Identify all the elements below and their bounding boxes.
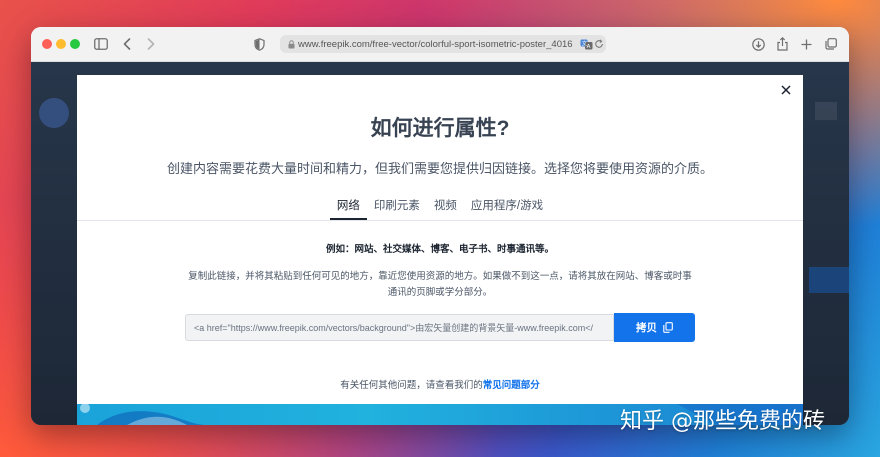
svg-text:A: A	[587, 44, 591, 50]
tab-video[interactable]: 视频	[427, 184, 464, 220]
medium-tabs: 网络 印刷元素 视频 应用程序/游戏	[77, 184, 803, 221]
attribution-modal: 如何进行属性? 创建内容需要花费大量时间和精力，但我们需要您提供归因链接。选择您…	[77, 75, 803, 425]
tab-web[interactable]: 网络	[329, 184, 367, 220]
example-text: 例如：网站、社交媒体、博客、电子书、时事通讯等。	[325, 244, 554, 255]
page-download-button-dimmed	[809, 267, 849, 293]
copy-icon	[663, 322, 673, 333]
privacy-shield-icon[interactable]	[253, 36, 265, 52]
copy-button-label: 拷贝	[636, 322, 657, 334]
share-icon[interactable]	[776, 36, 788, 52]
attribution-row: <a href="https://www.freepik.com/vectors…	[185, 313, 695, 343]
sidebar-icon[interactable]	[94, 36, 108, 52]
tab-print[interactable]: 印刷元素	[367, 184, 427, 220]
download-icon[interactable]	[751, 36, 765, 52]
forward-icon[interactable]	[146, 36, 156, 52]
attribution-code-field[interactable]: <a href="https://www.freepik.com/vectors…	[185, 314, 614, 341]
close-modal-button[interactable]	[777, 81, 795, 99]
tab-apps-games[interactable]: 应用程序/游戏	[464, 184, 550, 220]
tab-overview-icon[interactable]	[824, 36, 837, 52]
address-bar[interactable]: www.freepik.com/free-vector/colorful-spo…	[280, 35, 606, 53]
page-logo-dimmed	[39, 98, 69, 128]
back-icon[interactable]	[122, 36, 132, 52]
close-window-button[interactable]	[42, 39, 52, 49]
url-text: www.freepik.com/free-vector/colorful-spo…	[298, 38, 573, 50]
lock-icon	[288, 39, 298, 49]
reload-icon[interactable]	[594, 39, 606, 49]
browser-window: www.freepik.com/free-vector/colorful-spo…	[31, 27, 849, 425]
zoom-window-button[interactable]	[70, 39, 80, 49]
web-page: 如何进行属性? 创建内容需要花费大量时间和精力，但我们需要您提供归因链接。选择您…	[31, 62, 849, 425]
minimize-window-button[interactable]	[56, 39, 66, 49]
copy-button[interactable]: 拷贝	[614, 313, 695, 342]
translate-icon[interactable]: 文A	[580, 39, 594, 50]
zhihu-watermark: 知乎 @那些免费的砖	[620, 409, 825, 434]
faq-prefix: 有关任何其他问题，请查看我们的	[340, 380, 483, 391]
faq-note: 有关任何其他问题，请查看我们的常见问题部分	[77, 377, 803, 391]
faq-link[interactable]: 常见问题部分	[483, 380, 540, 391]
modal-title: 如何进行属性?	[370, 117, 510, 140]
modal-subtitle: 创建内容需要花费大量时间和精力，但我们需要您提供归因链接。选择您将要使用资源的介…	[166, 161, 713, 176]
instructions-text: 复制此链接，并将其粘贴到任何可见的地方，靠近您使用资源的地方。如果做不到这一点，…	[188, 271, 692, 298]
plus-icon[interactable]	[800, 36, 812, 52]
page-element-dimmed	[815, 102, 837, 120]
close-icon	[781, 85, 791, 95]
browser-toolbar: www.freepik.com/free-vector/colorful-spo…	[31, 27, 849, 62]
